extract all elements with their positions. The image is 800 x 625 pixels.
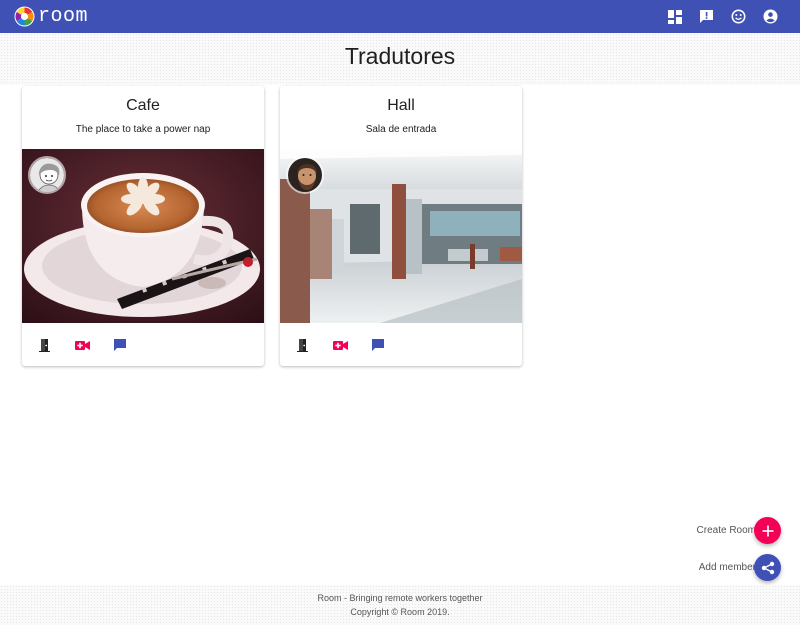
plus-icon	[762, 525, 773, 536]
create-room-label: Create Room	[696, 525, 756, 536]
page-title: Tradutores	[344, 43, 456, 69]
app-bar: room	[0, 0, 800, 33]
room-card-hall[interactable]: Hall Sala de entrada	[280, 86, 522, 366]
share-icon	[761, 561, 774, 574]
chat-icon[interactable]	[370, 337, 386, 353]
add-member-row: Add member	[699, 554, 781, 581]
room-logo-icon	[14, 6, 35, 27]
app-name: room	[38, 5, 89, 28]
dashboard-icon[interactable]	[665, 7, 684, 26]
room-description: Sala de entrada	[365, 124, 437, 135]
room-card-cafe[interactable]: Cafe The place to take a power nap	[22, 86, 264, 366]
room-actions	[36, 337, 128, 353]
room-title: Cafe	[126, 97, 160, 114]
footer: Room - Bringing remote workers together …	[0, 585, 800, 625]
footer-copyright: Copyright © Room 2019.	[350, 607, 450, 617]
enter-room-icon[interactable]	[294, 337, 310, 353]
enter-room-icon[interactable]	[36, 337, 52, 353]
app-logo[interactable]: room	[14, 5, 88, 28]
sketch-avatar[interactable]	[28, 156, 66, 194]
room-description: The place to take a power nap	[75, 124, 211, 135]
add-member-label: Add member	[698, 562, 756, 573]
create-room-row: Create Room	[697, 517, 781, 544]
room-title: Hall	[387, 97, 415, 114]
create-room-button[interactable]	[754, 517, 781, 544]
footer-tagline: Room - Bringing remote workers together	[317, 593, 483, 603]
add-member-button[interactable]	[754, 554, 781, 581]
chat-icon[interactable]	[112, 337, 128, 353]
video-call-icon[interactable]	[332, 337, 348, 353]
appbar-actions	[665, 7, 780, 26]
room-actions	[294, 337, 386, 353]
video-call-icon[interactable]	[74, 337, 90, 353]
account-icon[interactable]	[761, 7, 780, 26]
emoji-icon[interactable]	[729, 7, 748, 26]
bearded-man-avatar[interactable]	[286, 156, 324, 194]
feedback-icon[interactable]	[697, 7, 716, 26]
